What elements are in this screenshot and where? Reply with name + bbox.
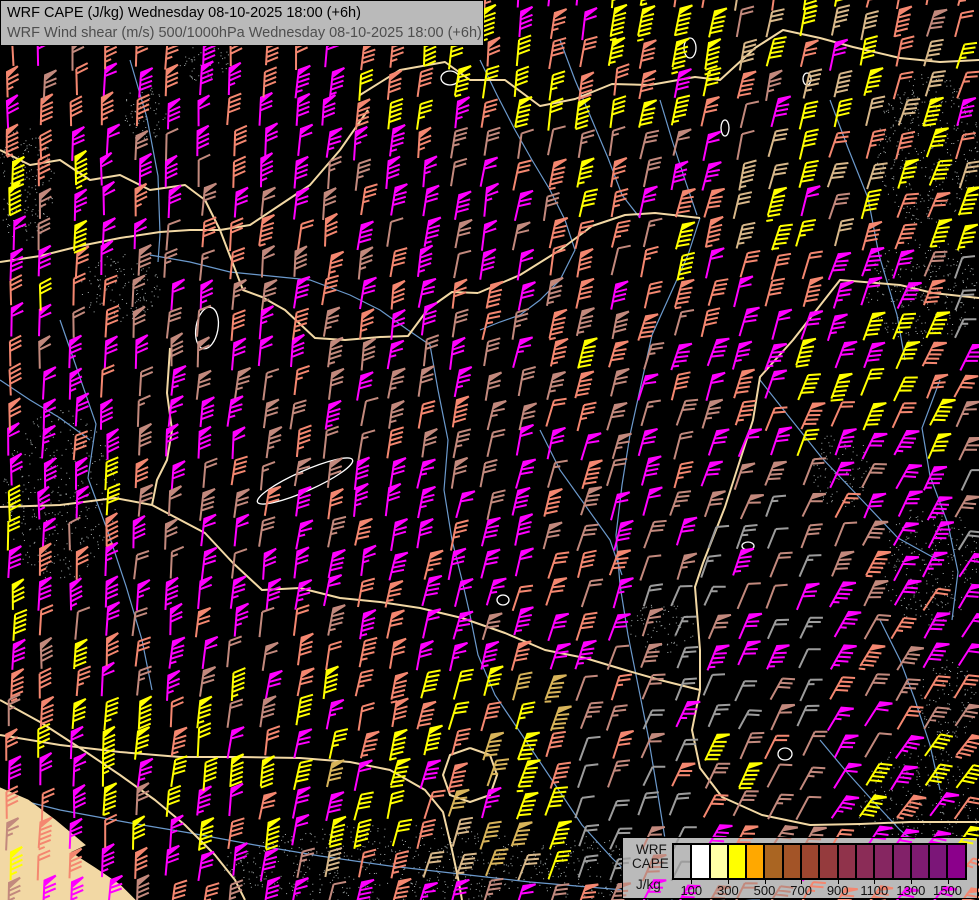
legend-cell: [893, 844, 911, 879]
legend-cell: [929, 844, 947, 879]
legend-cell: [856, 844, 874, 879]
legend-variable-label: CAPE: [632, 856, 669, 871]
legend-cell: [673, 844, 691, 879]
legend-cell: [728, 844, 746, 879]
legend-units-label: J/kg: [636, 877, 661, 892]
cape-legend: WRF CAPE J/kg 10030050070090011001300150…: [622, 837, 978, 899]
title-wind-shear: WRF Wind shear (m/s) 500/1000hPa Wednesd…: [7, 23, 477, 43]
title-cape: WRF CAPE (J/kg) Wednesday 08-10-2025 18:…: [7, 3, 477, 23]
legend-cell: [874, 844, 892, 879]
title-box: WRF CAPE (J/kg) Wednesday 08-10-2025 18:…: [0, 0, 484, 46]
weather-map-stage: WRF CAPE (J/kg) Wednesday 08-10-2025 18:…: [0, 0, 979, 900]
legend-cell: [746, 844, 764, 879]
legend-cell: [838, 844, 856, 879]
legend-cell: [947, 844, 965, 879]
legend-cell: [764, 844, 782, 879]
legend-cell: [783, 844, 801, 879]
legend-colorbar: [672, 843, 967, 880]
legend-cell: [691, 844, 709, 879]
legend-tick-label: 1500: [926, 883, 970, 898]
wind-barb-map: [0, 0, 979, 900]
legend-cell: [801, 844, 819, 879]
legend-cell: [710, 844, 728, 879]
legend-model-label: WRF: [636, 842, 667, 857]
legend-cell: [819, 844, 837, 879]
legend-cell: [911, 844, 929, 879]
